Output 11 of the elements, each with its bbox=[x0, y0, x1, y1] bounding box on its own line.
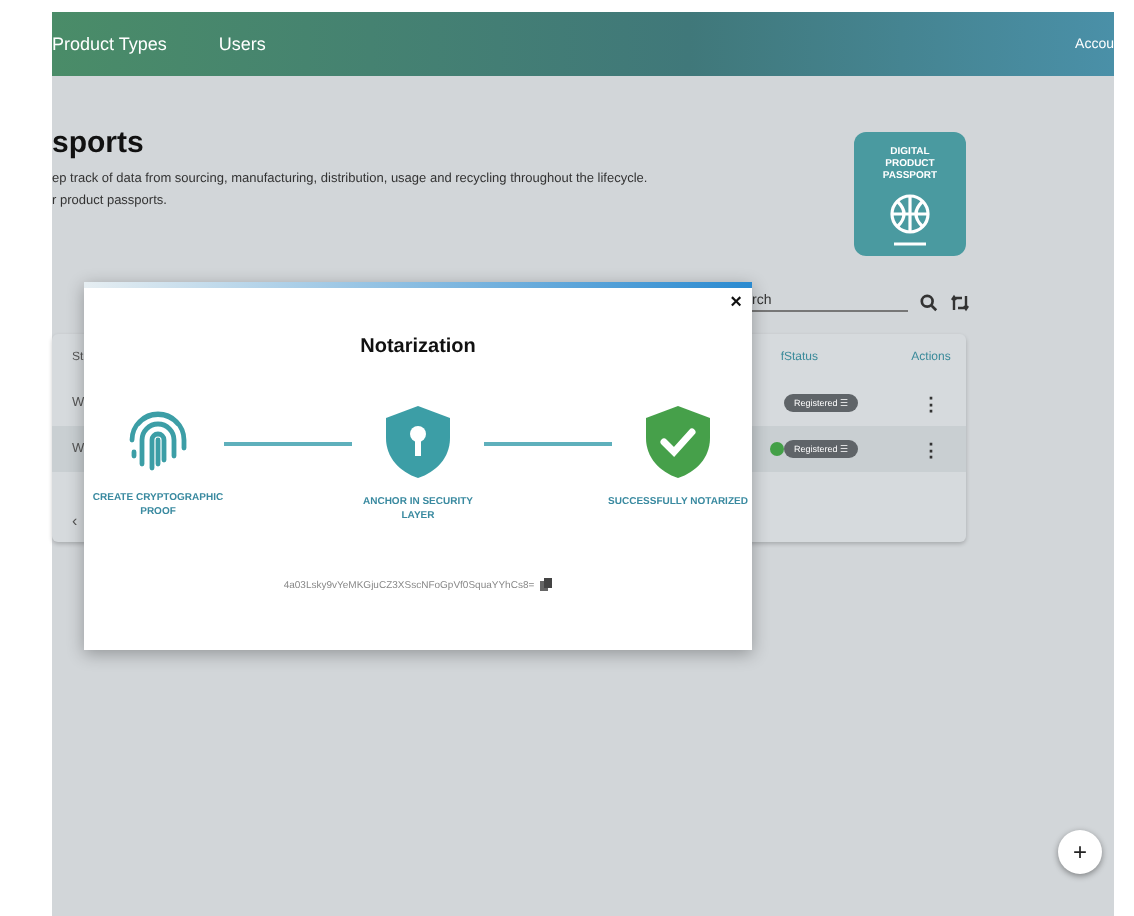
more-icon[interactable]: ⋮ bbox=[922, 439, 940, 459]
page-title: sports bbox=[52, 126, 146, 160]
search-icon[interactable] bbox=[920, 293, 938, 311]
pager-arrow[interactable]: ‹ bbox=[72, 512, 78, 530]
more-icon[interactable]: ⋮ bbox=[922, 393, 940, 413]
dialog-title: Notarization bbox=[360, 336, 476, 358]
copy-icon[interactable] bbox=[540, 578, 553, 592]
nav-link[interactable]: Users bbox=[218, 34, 266, 54]
close-button[interactable]: × bbox=[730, 292, 742, 314]
sync-icon[interactable] bbox=[950, 293, 970, 311]
nav-link[interactable]: Product Types bbox=[52, 34, 167, 54]
